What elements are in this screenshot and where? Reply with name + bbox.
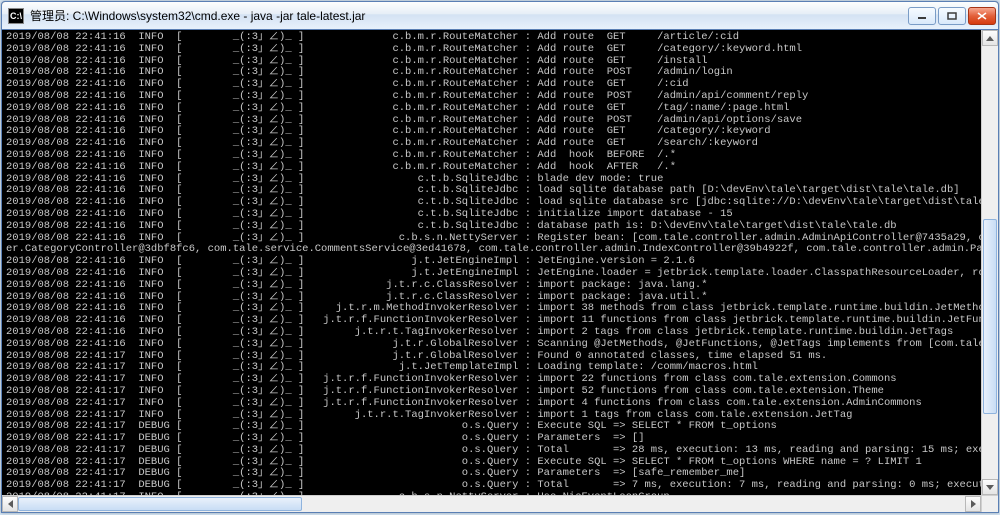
horizontal-scrollbar[interactable] (2, 495, 981, 512)
titlebar[interactable]: C:\ 管理员: C:\Windows\system32\cmd.exe - j… (2, 2, 998, 30)
cmd-icon: C:\ (8, 8, 24, 24)
vertical-scrollbar[interactable] (981, 30, 998, 495)
scrollbar-corner (981, 495, 998, 512)
log-line: 2019/08/08 22:41:16 INFO [ _(:3」∠)_ ] c.… (6, 103, 981, 115)
console-area[interactable]: 2019/08/08 22:41:16 INFO [ _(:3」∠)_ ] c.… (2, 30, 998, 512)
log-line: 2019/08/08 22:41:16 INFO [ _(:3」∠)_ ] c.… (6, 221, 981, 233)
scroll-thumb-horizontal[interactable] (18, 497, 302, 511)
log-line: 2019/08/08 22:41:16 INFO [ _(:3」∠)_ ] j.… (6, 339, 981, 351)
console-output: 2019/08/08 22:41:16 INFO [ _(:3」∠)_ ] c.… (2, 30, 981, 495)
log-line: 2019/08/08 22:41:16 INFO [ _(:3」∠)_ ] j.… (6, 327, 981, 339)
close-button[interactable] (968, 7, 996, 25)
window-title: 管理员: C:\Windows\system32\cmd.exe - java … (30, 7, 908, 24)
scroll-down-button[interactable] (982, 479, 998, 495)
log-line: 2019/08/08 22:41:16 INFO [ _(:3」∠)_ ] j.… (6, 280, 981, 292)
log-line: 2019/08/08 22:41:17 INFO [ _(:3」∠)_ ] j.… (6, 398, 981, 410)
log-line: 2019/08/08 22:41:16 INFO [ _(:3」∠)_ ] j.… (6, 268, 981, 280)
scroll-right-button[interactable] (965, 496, 981, 512)
window-buttons (908, 7, 996, 25)
scroll-track-horizontal[interactable] (18, 496, 965, 512)
scroll-track-vertical[interactable] (982, 46, 998, 479)
log-line: 2019/08/08 22:41:17 INFO [ _(:3」∠)_ ] j.… (6, 386, 981, 398)
maximize-button[interactable] (938, 7, 966, 25)
scroll-left-button[interactable] (2, 496, 18, 512)
log-line: 2019/08/08 22:41:16 INFO [ _(:3」∠)_ ] c.… (6, 150, 981, 162)
scroll-up-button[interactable] (982, 30, 998, 46)
log-line: 2019/08/08 22:41:17 DEBUG [ _(:3」∠)_ ] o… (6, 445, 981, 457)
log-line: 2019/08/08 22:41:16 INFO [ _(:3」∠)_ ] c.… (6, 44, 981, 56)
minimize-button[interactable] (908, 7, 936, 25)
cmd-window: C:\ 管理员: C:\Windows\system32\cmd.exe - j… (1, 1, 999, 513)
scroll-thumb-vertical[interactable] (983, 219, 997, 414)
log-line: 2019/08/08 22:41:16 INFO [ _(:3」∠)_ ] c.… (6, 91, 981, 103)
log-line: 2019/08/08 22:41:16 INFO [ _(:3」∠)_ ] c.… (6, 162, 981, 174)
log-line: 2019/08/08 22:41:16 INFO [ _(:3」∠)_ ] c.… (6, 209, 981, 221)
